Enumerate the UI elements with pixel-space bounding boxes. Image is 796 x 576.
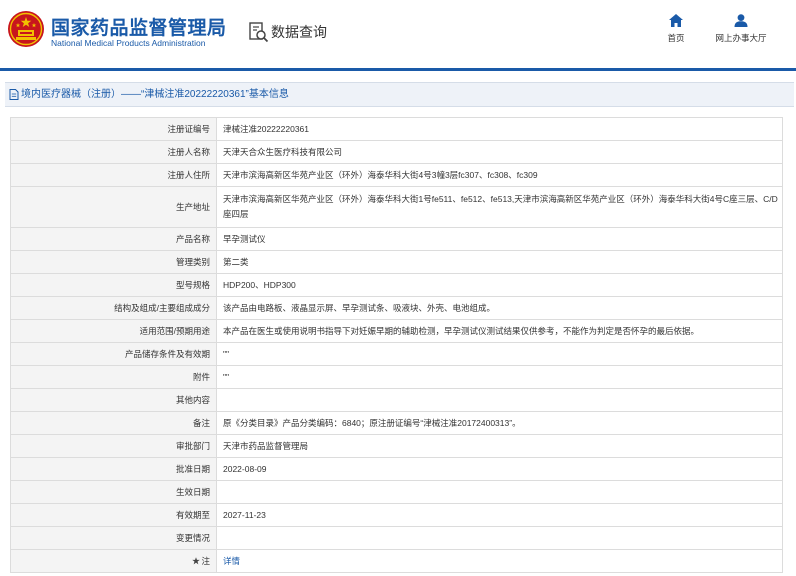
page-title: 数据查询 [271, 24, 327, 40]
table-row: 结构及组成/主要组成成分 该产品由电路板、液晶显示屏、早孕测试条、吸液块、外壳、… [10, 296, 783, 320]
row-label-note: 注 [10, 549, 217, 573]
table-row: 注册人名称 天津天合众生医疗科技有限公司 [10, 140, 783, 164]
table-row: 备注 原《分类目录》产品分类编码：6840；原注册证编号“津械注准2017240… [10, 411, 783, 435]
table-row: 生产地址 天津市滨海高新区华苑产业区（环外）海泰华科大街1号fe511、fe51… [10, 186, 783, 228]
row-label: 型号规格 [10, 273, 217, 297]
row-value [216, 480, 783, 504]
document-icon [9, 88, 19, 100]
row-label: 审批部门 [10, 434, 217, 458]
row-value: 天津市药品监督管理局 [216, 434, 783, 458]
nav-home[interactable]: 首页 [662, 14, 690, 44]
site-header: 国家药品监督管理局 National Medical Products Admi… [0, 0, 796, 68]
table-row: 审批部门 天津市药品监督管理局 [10, 434, 783, 458]
row-value: 详情 [216, 549, 783, 573]
table-row: 型号规格 HDP200、HDP300 [10, 273, 783, 297]
site-name-english: National Medical Products Administration [51, 38, 206, 48]
header-divider [0, 68, 796, 71]
row-value: 天津市滨海高新区华苑产业区（环外）海泰华科大街1号fe511、fe512、fe5… [216, 186, 783, 228]
row-label: 注册人名称 [10, 140, 217, 164]
row-value [216, 388, 783, 412]
table-row: 附件 "" [10, 365, 783, 389]
row-value: HDP200、HDP300 [216, 273, 783, 297]
row-label: 注册证编号 [10, 117, 217, 141]
row-value: 该产品由电路板、液晶显示屏、早孕测试条、吸液块、外壳、电池组成。 [216, 296, 783, 320]
table-row: 批准日期 2022-08-09 [10, 457, 783, 481]
row-label: 注 [201, 556, 210, 566]
row-label: 批准日期 [10, 457, 217, 481]
home-icon [669, 14, 683, 27]
row-label: 适用范围/预期用途 [10, 319, 217, 343]
star-icon [192, 557, 201, 565]
table-row: 产品名称 早孕测试仪 [10, 227, 783, 251]
national-emblem-icon [8, 11, 44, 47]
row-label: 变更情况 [10, 526, 217, 550]
row-value: 津械注准20222220361 [216, 117, 783, 141]
table-row: 注册人住所 天津市滨海高新区华苑产业区（环外）海泰华科大街4号3幢3层fc307… [10, 163, 783, 187]
row-value: "" [216, 342, 783, 366]
row-label: 产品储存条件及有效期 [10, 342, 217, 366]
row-label: 结构及组成/主要组成成分 [10, 296, 217, 320]
nav-online-service-label: 网上办事大厅 [715, 33, 767, 43]
row-label: 其他内容 [10, 388, 217, 412]
user-icon [734, 14, 748, 27]
row-value: 第二类 [216, 250, 783, 274]
table-row: 生效日期 [10, 480, 783, 504]
document-search-icon [249, 22, 269, 43]
section-title-bar: 境内医疗器械（注册）——“津械注准20222220361”基本信息 [5, 82, 794, 107]
row-label: 附件 [10, 365, 217, 389]
row-value: 2027-11-23 [216, 503, 783, 527]
table-row: 变更情况 [10, 526, 783, 550]
row-label: 注册人住所 [10, 163, 217, 187]
table-row: 注 详情 [10, 549, 783, 573]
row-value: 早孕测试仪 [216, 227, 783, 251]
row-label: 生效日期 [10, 480, 217, 504]
table-row: 有效期至 2027-11-23 [10, 503, 783, 527]
table-row: 适用范围/预期用途 本产品在医生或使用说明书指导下对妊娠早期的辅助检测，早孕测试… [10, 319, 783, 343]
row-value: 本产品在医生或使用说明书指导下对妊娠早期的辅助检测，早孕测试仪测试结果仅供参考，… [216, 319, 783, 343]
row-label: 产品名称 [10, 227, 217, 251]
nav-online-service-hall[interactable]: 网上办事大厅 [708, 14, 774, 44]
table-row: 产品储存条件及有效期 "" [10, 342, 783, 366]
table-row: 管理类别 第二类 [10, 250, 783, 274]
row-value: 原《分类目录》产品分类编码：6840；原注册证编号“津械注准2017240031… [216, 411, 783, 435]
row-label: 生产地址 [10, 186, 217, 228]
row-value: 天津市滨海高新区华苑产业区（环外）海泰华科大街4号3幢3层fc307、fc308… [216, 163, 783, 187]
table-row: 其他内容 [10, 388, 783, 412]
site-name[interactable]: 国家药品监督管理局 [51, 13, 227, 40]
row-value: "" [216, 365, 783, 389]
row-value: 2022-08-09 [216, 457, 783, 481]
row-label: 管理类别 [10, 250, 217, 274]
row-label: 有效期至 [10, 503, 217, 527]
row-value: 天津天合众生医疗科技有限公司 [216, 140, 783, 164]
registration-detail-table: 注册证编号 津械注准20222220361 注册人名称 天津天合众生医疗科技有限… [10, 117, 783, 573]
row-value [216, 526, 783, 550]
nav-home-label: 首页 [667, 33, 685, 43]
table-row: 注册证编号 津械注准20222220361 [10, 117, 783, 141]
row-label: 备注 [10, 411, 217, 435]
details-link[interactable]: 详情 [223, 556, 240, 566]
section-title: 境内医疗器械（注册）——“津械注准20222220361”基本信息 [21, 89, 289, 100]
